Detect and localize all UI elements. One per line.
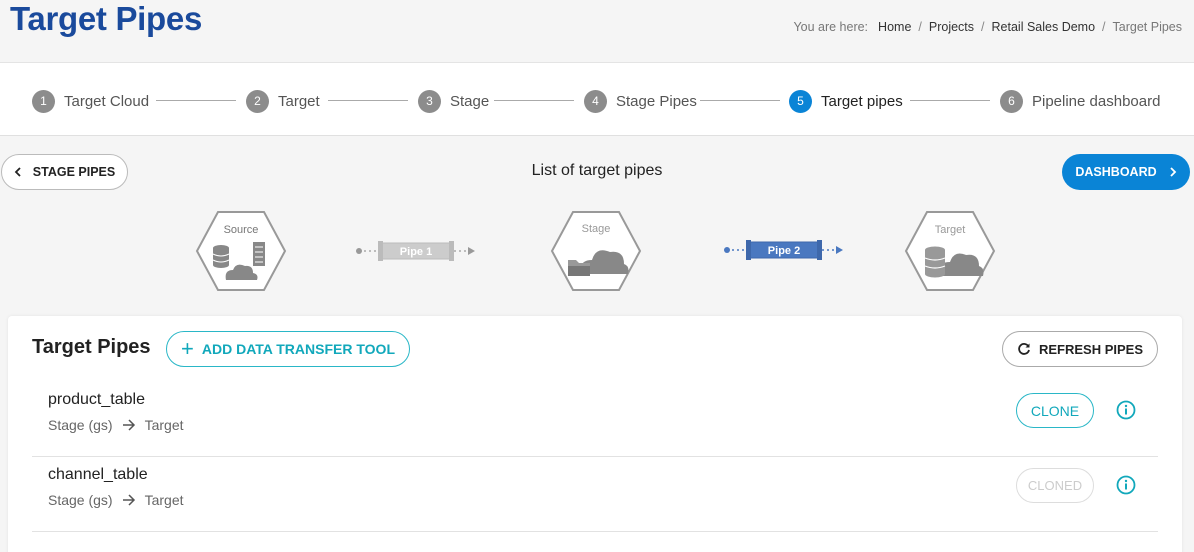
wizard-stepper: 1 Target Cloud 2 Target 3 Stage 4 Stage … [0,62,1194,136]
chevron-right-icon [1169,167,1177,177]
stage-label: Stage [582,223,611,235]
target-pipes-card: Target Pipes + ADD DATA TRANSFER TOOL RE… [8,316,1182,552]
pipe2-arrow: Pipe 2 [724,240,843,260]
pipe-route: Stage (gs) Target [48,417,184,433]
pipe-row: product_table Stage (gs) Target CLONE [32,382,1158,457]
step-number: 4 [584,89,607,113]
step-connector [156,100,236,101]
pipe-row: channel_table Stage (gs) Target CLONED [32,457,1158,532]
refresh-button-label: REFRESH PIPES [1038,341,1144,357]
pipe2-label: Pipe 2 [768,245,800,257]
source-label: Source [224,224,259,236]
pipe-name: channel_table [48,466,148,483]
dashboard-button-label: DASHBOARD [1075,165,1157,179]
step-label: Target pipes [821,92,903,110]
page-title: Target Pipes [10,0,203,37]
breadcrumb-current: Target Pipes [1112,20,1182,34]
plus-icon: + [181,336,194,361]
dashboard-button[interactable]: DASHBOARD [1062,154,1190,190]
step-target-cloud[interactable]: 1 Target Cloud [32,89,149,113]
database-icon [924,246,946,278]
pipe1-arrow: Pipe 1 [356,241,475,261]
list-title: List of target pipes [531,162,663,179]
source-hexagon: Source [195,211,287,291]
add-button-label: ADD DATA TRANSFER TOOL [201,341,395,357]
step-target[interactable]: 2 Target [246,89,320,113]
info-icon[interactable] [1116,400,1136,425]
breadcrumb-separator: / [918,20,922,34]
step-label: Target [278,92,320,110]
step-stage-pipes[interactable]: 4 Stage Pipes [584,89,697,113]
breadcrumb-prefix: You are here: [793,20,869,34]
step-target-pipes[interactable]: 5 Target pipes [789,89,903,113]
step-number: 1 [32,89,55,113]
refresh-pipes-button[interactable]: REFRESH PIPES [1002,331,1158,367]
breadcrumb-project[interactable]: Retail Sales Demo [992,20,1096,34]
breadcrumb-home[interactable]: Home [878,20,911,34]
step-number: 5 [789,89,812,113]
pipe-to: Target [144,492,184,508]
pipe-from: Stage (gs) [48,492,113,508]
info-icon[interactable] [1116,475,1136,500]
step-label: Stage Pipes [616,92,697,110]
add-data-transfer-tool-button[interactable]: + ADD DATA TRANSFER TOOL [166,331,410,367]
breadcrumb: You are here: Home / Projects / Retail S… [793,20,1182,34]
pipe-name: product_table [48,391,145,408]
step-connector [910,100,990,101]
stage-hexagon: Stage [550,211,642,291]
breadcrumb-projects[interactable]: Projects [929,20,974,34]
step-number: 6 [1000,89,1023,113]
target-hexagon: Target [904,211,996,291]
pipe1-label: Pipe 1 [400,246,432,258]
target-label: Target [935,224,966,236]
breadcrumb-separator: / [1102,20,1106,34]
cloned-button: CLONED [1016,468,1094,503]
step-connector [328,100,408,101]
step-number: 2 [246,89,269,113]
step-stage[interactable]: 3 Stage [418,89,489,113]
card-title: Target Pipes [32,336,151,358]
pipe-route: Stage (gs) Target [48,492,184,508]
breadcrumb-separator: / [981,20,985,34]
arrow-right-icon [122,494,136,506]
clone-button[interactable]: CLONE [1016,393,1094,428]
step-label: Pipeline dashboard [1032,92,1161,110]
step-pipeline-dashboard[interactable]: 6 Pipeline dashboard [1000,89,1160,113]
step-connector [494,100,574,101]
pipe-to: Target [144,417,184,433]
step-connector [700,100,780,101]
refresh-icon [1017,342,1031,356]
step-label: Stage [450,92,490,110]
database-icon [212,245,230,268]
step-label: Target Cloud [64,92,150,110]
pipe-from: Stage (gs) [48,417,113,433]
server-icon [253,242,265,266]
arrow-right-icon [122,419,136,431]
step-number: 3 [418,89,441,113]
